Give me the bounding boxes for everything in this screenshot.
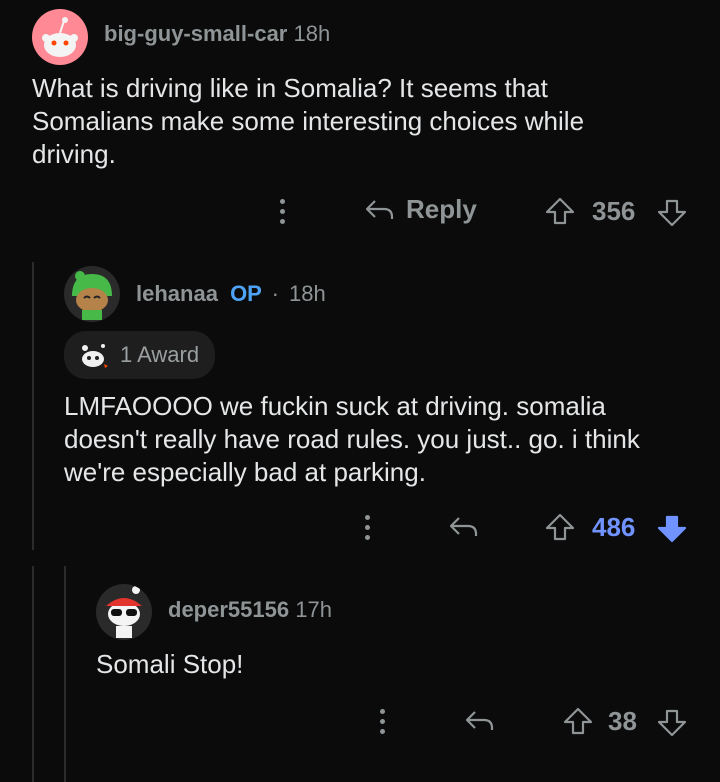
award-label: 1 Award (120, 342, 200, 367)
downvote-icon[interactable] (656, 198, 688, 228)
username[interactable]: deper55156 (168, 597, 289, 622)
comment-body: What is driving like in Somalia? It seem… (32, 73, 585, 169)
thread-line[interactable] (64, 566, 66, 782)
award-badge[interactable]: 1 Award (64, 331, 216, 379)
downvote-icon[interactable] (656, 708, 688, 738)
more-options-icon[interactable] (280, 199, 286, 229)
timestamp: 18h (289, 281, 326, 306)
reply-label: Reply (406, 194, 477, 224)
vote-count: 356 (592, 196, 636, 226)
snoo-avatar-icon (106, 586, 142, 638)
username[interactable]: big-guy-small-car (104, 21, 287, 46)
upvote-icon[interactable] (544, 196, 576, 226)
op-badge: OP (230, 281, 262, 306)
comment-author[interactable]: big-guy-small-car 18h (104, 21, 330, 47)
award-icon (82, 344, 108, 368)
avatar[interactable] (96, 584, 152, 640)
upvote-icon[interactable] (544, 512, 576, 542)
thread-line[interactable] (32, 262, 34, 550)
username[interactable]: lehanaa (136, 281, 218, 306)
comment-author[interactable]: lehanaa OP · 18h (136, 281, 326, 307)
downvote-icon[interactable] (656, 514, 688, 544)
more-options-icon[interactable] (365, 515, 371, 545)
snoo-avatar-icon (42, 17, 78, 57)
separator: · (271, 281, 279, 306)
reply-arrow-icon[interactable] (464, 708, 496, 734)
vote-count: 38 (608, 706, 637, 736)
snoo-avatar-icon (72, 271, 112, 320)
vote-count: 486 (592, 512, 636, 542)
timestamp: 18h (293, 21, 331, 46)
comment-author[interactable]: deper55156 17h (168, 597, 332, 623)
reply-arrow-icon (365, 199, 394, 219)
comment-body: Somali Stop! (96, 649, 244, 679)
more-options-icon[interactable] (380, 709, 386, 739)
reply-arrow-icon[interactable] (448, 514, 480, 540)
thread-line[interactable] (32, 566, 34, 782)
reply-button[interactable]: Reply (364, 194, 477, 225)
avatar[interactable] (32, 9, 88, 65)
timestamp: 17h (295, 597, 332, 622)
upvote-icon[interactable] (562, 706, 594, 736)
avatar[interactable] (64, 266, 120, 322)
comment-body: LMFAOOOO we fuckin suck at driving. soma… (64, 391, 640, 487)
